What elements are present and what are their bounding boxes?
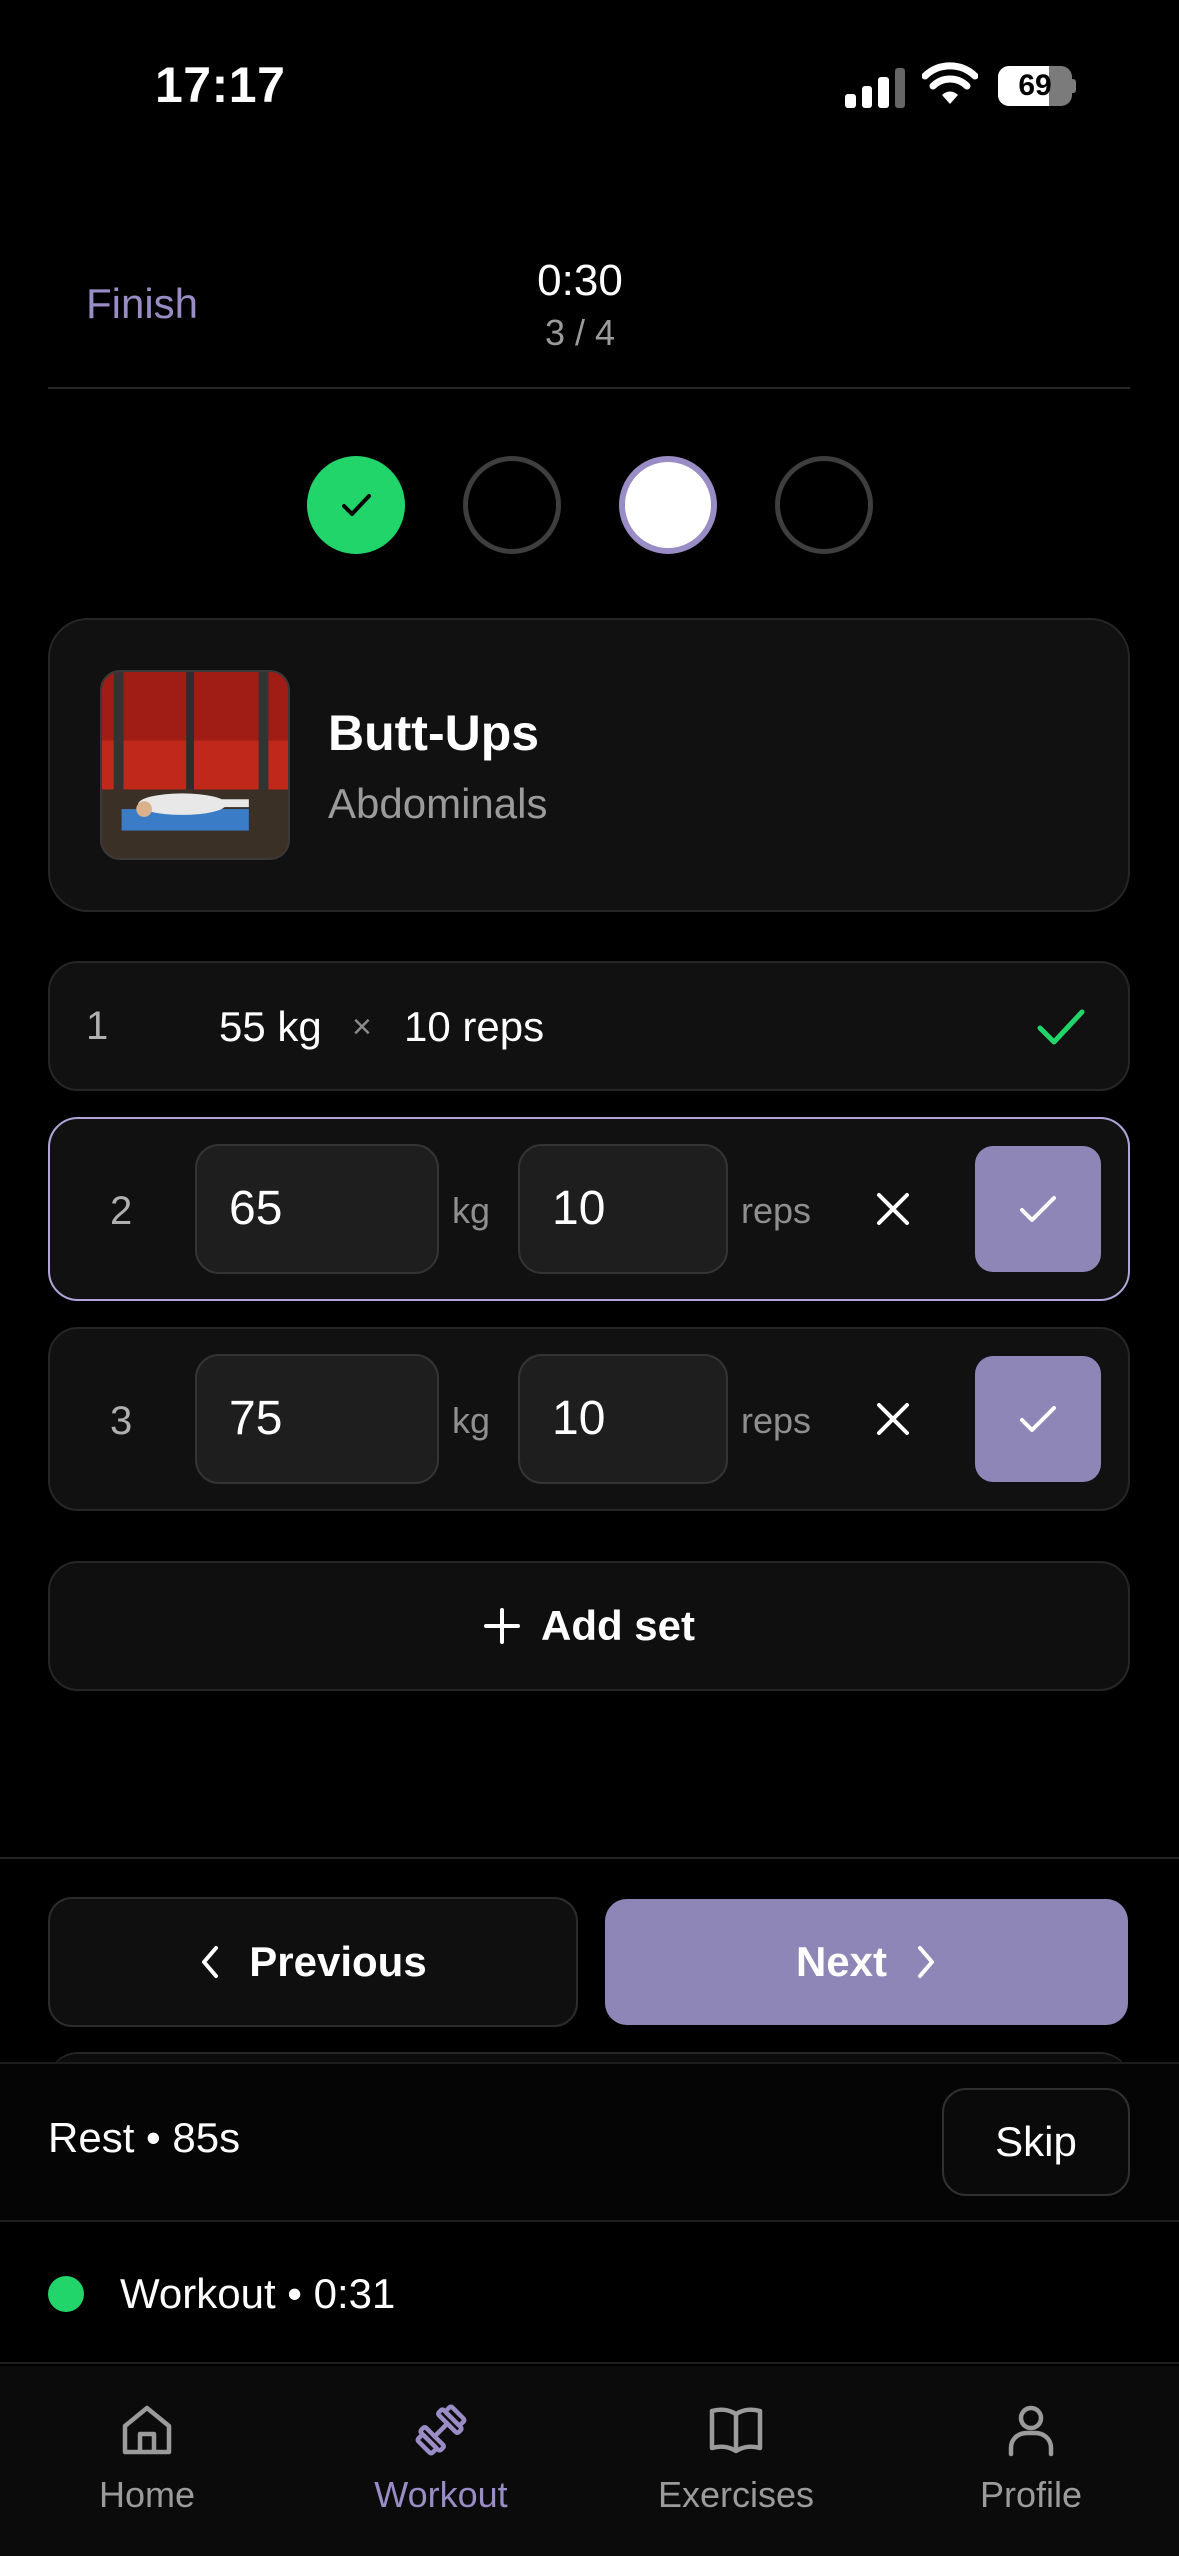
remove-set-button[interactable]: [868, 1394, 918, 1444]
set-weight: 55 kg: [219, 1003, 322, 1050]
set-row-completed: [48, 961, 1130, 1091]
header-divider: [48, 387, 1130, 389]
status-time: 17:17: [155, 57, 286, 113]
finish-button[interactable]: Finish: [86, 280, 198, 328]
checkmark-icon: [1020, 1196, 1056, 1222]
next-label: Next: [795, 1938, 888, 1985]
plus-icon: [483, 1608, 520, 1644]
set-separator: ×: [352, 1008, 372, 1046]
exercise-name: Butt-Ups: [328, 705, 540, 761]
exercise-timer: 0:30: [537, 256, 623, 305]
step-dot[interactable]: [775, 456, 873, 554]
wifi-icon: [922, 62, 978, 104]
tab-label: Home: [98, 2474, 196, 2515]
reps-unit: reps: [741, 1190, 812, 1231]
previous-label: Previous: [249, 1938, 427, 1985]
weight-unit: kg: [452, 1190, 491, 1231]
home-icon: [122, 2405, 172, 2455]
chevron-left-icon: [202, 1946, 219, 1978]
tab-label: Workout: [374, 2474, 508, 2515]
step-dot[interactable]: [463, 456, 561, 554]
live-indicator: [48, 2276, 84, 2312]
set-reps: 10 reps: [404, 1003, 545, 1050]
tab-label: Profile: [979, 2474, 1083, 2515]
next-button[interactable]: Next: [605, 1899, 1128, 2025]
checkmark-icon: [342, 494, 371, 516]
dumbbell-icon: [415, 2404, 467, 2456]
set-number: 2: [110, 1189, 133, 1233]
add-set-label: Add set: [540, 1602, 695, 1649]
exercise-progress: 3 / 4: [544, 312, 616, 353]
close-icon: [877, 1193, 909, 1225]
skip-rest-button[interactable]: Skip: [942, 2088, 1130, 2196]
reps-unit: reps: [741, 1400, 812, 1441]
step-dot-current[interactable]: [619, 456, 717, 554]
close-icon: [877, 1403, 909, 1435]
tab-home[interactable]: Home: [17, 2400, 277, 2516]
cellular-signal-icon: [845, 64, 905, 108]
add-set-button[interactable]: Add set: [48, 1561, 1130, 1691]
book-icon: [709, 2407, 763, 2454]
tab-label: Exercises: [657, 2474, 815, 2515]
set-number: 3: [110, 1399, 133, 1443]
workout-status-label: Workout • 0:31: [120, 2270, 396, 2317]
tab-workout[interactable]: Workout: [311, 2400, 571, 2516]
tab-exercises[interactable]: Exercises: [606, 2400, 866, 2516]
reps-input[interactable]: 10: [518, 1354, 728, 1484]
complete-set-button[interactable]: [975, 1356, 1101, 1482]
battery-icon: 69: [998, 66, 1076, 106]
divider: [0, 1857, 1179, 1859]
exercise-thumbnail: [100, 670, 290, 860]
battery-level-text: 69: [1018, 69, 1052, 102]
chevron-right-icon: [918, 1946, 935, 1978]
weight-input[interactable]: 65: [195, 1144, 439, 1274]
completed-check-icon: [1037, 1009, 1085, 1045]
reps-input[interactable]: 10: [518, 1144, 728, 1274]
exercise-muscle-group: Abdominals: [328, 780, 548, 827]
user-icon: [1008, 2405, 1054, 2457]
previous-button[interactable]: Previous: [48, 1897, 578, 2027]
checkmark-icon: [1020, 1406, 1056, 1432]
weight-unit: kg: [452, 1400, 491, 1441]
step-dot-completed[interactable]: [307, 456, 405, 554]
weight-input[interactable]: 75: [195, 1354, 439, 1484]
set-number: 1: [86, 1004, 109, 1048]
tab-profile[interactable]: Profile: [901, 2400, 1161, 2516]
complete-set-button[interactable]: [975, 1146, 1101, 1272]
remove-set-button[interactable]: [868, 1184, 918, 1234]
rest-timer-label: Rest • 85s: [48, 2114, 241, 2161]
